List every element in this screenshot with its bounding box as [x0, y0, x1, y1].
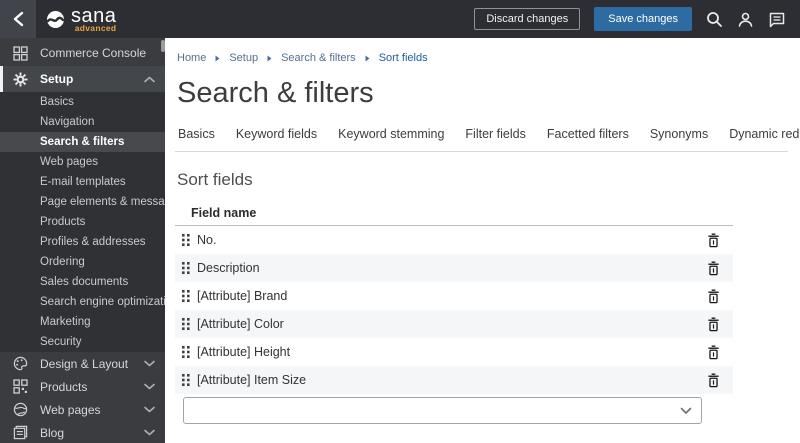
- select-chevron-icon: [680, 407, 692, 415]
- sidebar-subitem-profiles-addresses[interactable]: Profiles & addresses: [0, 232, 165, 252]
- sidebar-subitem-basics[interactable]: Basics: [0, 92, 165, 112]
- breadcrumb-separator-icon: [267, 55, 272, 62]
- user-icon[interactable]: [737, 11, 754, 28]
- tab-bar: Basics Keyword fields Keyword stemming F…: [175, 127, 800, 152]
- blog-icon: [12, 425, 28, 441]
- sidebar-item-label: Setup: [40, 72, 74, 86]
- brand-edition: advanced: [74, 22, 117, 33]
- sidebar: Commerce Console Setup Basics Navigation…: [0, 38, 165, 443]
- tab-basics[interactable]: Basics: [177, 127, 216, 151]
- sidebar-subitem-navigation[interactable]: Navigation: [0, 112, 165, 132]
- table-row: [Attribute] Color: [175, 310, 733, 338]
- tab-facetted-filters[interactable]: Facetted filters: [546, 127, 630, 151]
- drag-handle-icon[interactable]: [180, 232, 192, 248]
- sana-logo-icon: [46, 10, 65, 28]
- sort-field-name: [Attribute] Color: [197, 317, 284, 331]
- sidebar-subitem-web-pages[interactable]: Web pages: [0, 152, 165, 172]
- breadcrumb-search-filters[interactable]: Search & filters: [281, 52, 356, 64]
- chevron-down-icon: [144, 383, 155, 390]
- sidebar-item-web-pages[interactable]: Web pages: [0, 398, 165, 421]
- add-sort-field-select[interactable]: [183, 397, 702, 424]
- chevron-down-icon: [144, 429, 155, 436]
- back-chevron-icon: [13, 11, 23, 27]
- delete-icon[interactable]: [707, 288, 720, 304]
- sidebar-subitem-marketing[interactable]: Marketing: [0, 312, 165, 332]
- app-root: sana advanced Discard changes Save chang…: [0, 0, 800, 443]
- sidebar-subitem-email-templates[interactable]: E-mail templates: [0, 172, 165, 192]
- sidebar-item-blog[interactable]: Blog: [0, 421, 165, 443]
- sidebar-subitem-sales-documents[interactable]: Sales documents: [0, 272, 165, 292]
- brand-logo: sana advanced: [46, 6, 116, 33]
- header-actions: Discard changes Save changes: [474, 7, 800, 31]
- search-icon[interactable]: [706, 11, 723, 28]
- delete-icon[interactable]: [707, 232, 720, 248]
- sidebar-item-design-layout[interactable]: Design & Layout: [0, 352, 165, 375]
- top-header: sana advanced Discard changes Save chang…: [0, 0, 800, 38]
- sort-fields-table: Field name No. Description [Attribute] B…: [175, 201, 733, 424]
- tab-filter-fields[interactable]: Filter fields: [464, 127, 526, 151]
- sidebar-item-label: Commerce Console: [40, 46, 147, 60]
- delete-icon[interactable]: [707, 316, 720, 332]
- table-row: No.: [175, 226, 733, 254]
- sidebar-subitem-security[interactable]: Security: [0, 332, 165, 352]
- sidebar-item-products[interactable]: Products: [0, 375, 165, 398]
- drag-handle-icon[interactable]: [180, 288, 192, 304]
- breadcrumb-separator-icon: [365, 55, 370, 62]
- sort-field-name: No.: [197, 233, 217, 247]
- palette-icon: [12, 356, 28, 372]
- sidebar-subitem-ordering[interactable]: Ordering: [0, 252, 165, 272]
- delete-icon[interactable]: [707, 344, 720, 360]
- drag-handle-icon[interactable]: [180, 260, 192, 276]
- sidebar-item-label: Blog: [40, 425, 65, 440]
- drag-handle-icon[interactable]: [180, 372, 192, 388]
- table-row: Description: [175, 254, 733, 282]
- tab-keyword-fields[interactable]: Keyword fields: [235, 127, 318, 151]
- brand-text: sana advanced: [71, 6, 116, 33]
- drag-handle-icon[interactable]: [180, 316, 192, 332]
- sidebar-subitem-products[interactable]: Products: [0, 212, 165, 232]
- breadcrumb-separator-icon: [215, 55, 220, 62]
- table-row: [Attribute] Brand: [175, 282, 733, 310]
- page-title: Search & filters: [177, 77, 374, 109]
- chevron-down-icon: [144, 406, 155, 413]
- sidebar-item-label: Products: [40, 379, 88, 394]
- back-button[interactable]: [0, 0, 36, 38]
- table-row: [Attribute] Height: [175, 338, 733, 366]
- feedback-icon[interactable]: [768, 11, 786, 28]
- sort-field-name: [Attribute] Item Size: [197, 373, 307, 387]
- tab-dynamic-redirects[interactable]: Dynamic redirects: [728, 127, 800, 151]
- section-heading: Sort fields: [177, 170, 253, 189]
- main-content: Home Setup Search & filters Sort fields …: [165, 38, 800, 443]
- delete-icon[interactable]: [707, 260, 720, 276]
- delete-icon[interactable]: [707, 372, 720, 388]
- table-row: [Attribute] Item Size: [175, 366, 733, 394]
- breadcrumb: Home Setup Search & filters Sort fields: [175, 52, 788, 64]
- breadcrumb-setup[interactable]: Setup: [229, 52, 258, 64]
- sidebar-subitem-page-elements[interactable]: Page elements & messages: [0, 192, 165, 212]
- sidebar-item-commerce-console[interactable]: Commerce Console: [0, 40, 165, 66]
- breadcrumb-sort-fields[interactable]: Sort fields: [379, 52, 428, 64]
- sort-field-name: Description: [197, 261, 260, 275]
- sort-field-name: [Attribute] Brand: [197, 289, 288, 303]
- tab-synonyms[interactable]: Synonyms: [649, 127, 709, 151]
- sidebar-subitem-search-filters[interactable]: Search & filters: [0, 132, 165, 152]
- setup-submenu: Basics Navigation Search & filters Web p…: [0, 92, 165, 352]
- sidebar-item-setup[interactable]: Setup: [0, 66, 165, 92]
- sidebar-subitem-seo[interactable]: Search engine optimization: [0, 292, 165, 312]
- breadcrumb-home[interactable]: Home: [177, 52, 206, 64]
- sidebar-item-label: Design & Layout: [40, 356, 129, 371]
- tab-keyword-stemming[interactable]: Keyword stemming: [337, 127, 445, 151]
- sidebar-item-label: Web pages: [40, 402, 101, 417]
- gear-icon: [12, 71, 28, 87]
- catalog-grid-icon: [12, 379, 28, 395]
- globe-icon: [12, 402, 28, 418]
- chevron-down-icon: [144, 360, 155, 367]
- dashboard-icon: [12, 45, 28, 61]
- chevron-up-icon: [144, 76, 155, 83]
- save-changes-button[interactable]: Save changes: [594, 7, 692, 31]
- discard-changes-button[interactable]: Discard changes: [474, 8, 581, 30]
- sort-field-name: [Attribute] Height: [197, 345, 291, 359]
- column-header-field-name: Field name: [175, 201, 733, 226]
- drag-handle-icon[interactable]: [180, 344, 192, 360]
